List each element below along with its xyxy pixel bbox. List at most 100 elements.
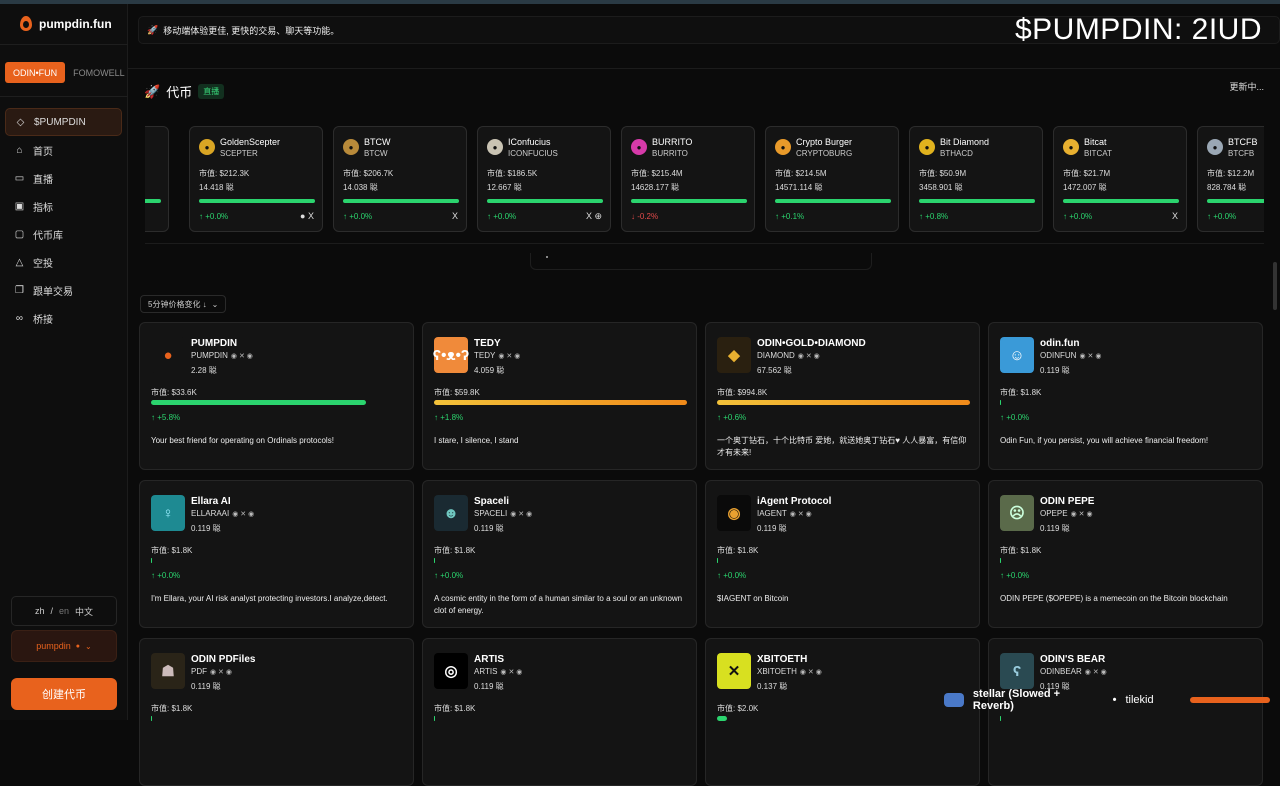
odinfun-avatar-icon: ☺ (1000, 337, 1034, 373)
social-icons[interactable]: ◉ ✕ ◉ (798, 353, 820, 360)
token-ticker: ELLARAAI ◉ ✕ ◉ (191, 509, 254, 518)
holders-value: 0.119 聪 (757, 524, 787, 533)
price-change: ↑ +0.0% (1000, 571, 1030, 580)
user-menu-button[interactable]: pumpdin ● ⌄ (11, 630, 117, 662)
social-icons[interactable]: ◉ ✕ ◉ (231, 353, 253, 360)
token-card[interactable]: ✕ XBITOETH XBITOETH ◉ ✕ ◉ 0.137 聪 市值: $2.… (705, 638, 980, 786)
price-change: ↑ +0.0% (1000, 413, 1030, 422)
ticker-card[interactable]: ● BTCW BTCW 市值: $206.7K 14.038 聪 ↑ +0.0%… (333, 126, 467, 232)
ticker-card[interactable]: ● Bit Diamond BTHACD 市值: $50.9M 3458.901… (909, 126, 1043, 232)
token-name: Crypto Burger (796, 137, 853, 147)
price-change: ↑ +0.8% (919, 212, 949, 221)
social-icons[interactable]: ◉ ✕ ◉ (790, 511, 812, 518)
sort-dropdown[interactable]: 5分钟价格变化 ↓ ⌄ (140, 295, 227, 313)
sidebar-item-vault[interactable]: ▢ 代币库 (5, 220, 122, 248)
page-scrollbar[interactable] (1273, 262, 1277, 310)
ticker-progress-bar (487, 199, 603, 203)
holders-value: 14.418 聪 (199, 183, 234, 192)
token-ticker: XBITOETH ◉ ✕ ◉ (757, 667, 822, 676)
social-links[interactable]: X ⊕ (586, 211, 602, 222)
sidebar-item-home[interactable]: ⌂ 首页 (5, 136, 122, 164)
sidebar-item-live[interactable]: ▭ 直播 (5, 164, 122, 192)
coins-title-text: 代币 (166, 85, 193, 100)
ticker-card[interactable]: ● BURRITO BURRITO 市值: $215.4M 14628.177 … (621, 126, 755, 232)
warning-icon: △ (15, 256, 24, 268)
token-card[interactable]: ◆ ODIN•GOLD•DIAMOND DIAMOND ◉ ✕ ◉ 67.562 … (705, 322, 980, 470)
social-icons[interactable]: ◉ ✕ ◉ (498, 353, 520, 360)
token-description: A cosmic entity in the form of a human s… (434, 594, 683, 615)
social-icons[interactable]: ◉ ✕ ◉ (1085, 669, 1107, 676)
sidebar-item-airdrop[interactable]: △ 空投 (5, 248, 122, 276)
token-ticker: ARTIS ◉ ✕ ◉ (474, 667, 522, 676)
token-card[interactable]: ◉ iAgent Protocol IAGENT ◉ ✕ ◉ 0.119 聪 市值… (705, 480, 980, 628)
social-icons[interactable]: ◉ ✕ ◉ (800, 669, 822, 676)
sidebar-item-pumpdin[interactable]: ◇ $PUMPDIN (5, 108, 122, 136)
market-cap: 市值: $1.8K (1000, 546, 1042, 555)
ticker-text: SPACELI (474, 509, 508, 518)
social-icons[interactable]: ◉ ✕ ◉ (510, 511, 532, 518)
token-card[interactable]: ☹ ODIN PEPE OPEPE ◉ ✕ ◉ 0.119 聪 市值: $1.8K… (988, 480, 1263, 628)
tab-fomowell[interactable]: FOMOWELL (65, 62, 133, 83)
social-icons[interactable]: ◉ ✕ ◉ (1071, 511, 1093, 518)
sidebar-item-copy-trade[interactable]: ❐ 跟单交易 (5, 276, 122, 304)
language-switcher[interactable]: zh / en 中文 (11, 596, 117, 626)
app-logo[interactable]: pumpdin.fun (20, 16, 112, 31)
bear-avatar-2-icon: ʕ (1000, 653, 1034, 689)
ticker-progress-bar (1063, 199, 1179, 203)
token-card[interactable]: ♀ Ellara AI ELLARAAI ◉ ✕ ◉ 0.119 聪 市值: $1… (139, 480, 414, 628)
token-name: BTCW (364, 137, 391, 147)
ticker-card[interactable] (145, 126, 169, 232)
holders-value: 4.059 聪 (474, 366, 505, 375)
bonding-progress-bar (1000, 558, 1001, 563)
video-icon: ▭ (14, 172, 25, 184)
track-separator: • (1112, 694, 1117, 706)
sidebar-item-bridge[interactable]: ∞ 桥接 (5, 304, 122, 332)
social-icons[interactable]: ◉ ✕ ◉ (1079, 353, 1101, 360)
album-art-icon (944, 693, 964, 707)
token-description: Odin Fun, if you persist, you will achie… (1000, 436, 1209, 445)
social-icons[interactable]: ◉ ✕ ◉ (232, 511, 254, 518)
token-icon: ● (631, 139, 647, 155)
market-cap: 市值: $2.0K (717, 704, 759, 713)
sidebar-item-metrics[interactable]: ▣ 指标 (5, 192, 122, 220)
token-card[interactable]: ʕ•ᴥ•ʔ TEDY TEDY ◉ ✕ ◉ 4.059 聪 市值: $59.8K … (422, 322, 697, 470)
ticker-card[interactable]: ● BTCFB BTCFB 市值: $12.2M 828.784 聪 ↑ +0.… (1197, 126, 1264, 232)
price-change: ↑ +0.0% (487, 212, 517, 221)
ticker-card[interactable]: ● GoldenScepter SCEPTER 市值: $212.3K 14.4… (189, 126, 323, 232)
token-card[interactable]: ● PUMPDIN PUMPDIN ◉ ✕ ◉ 2.28 聪 市值: $33.6K… (139, 322, 414, 470)
social-icons[interactable]: ◉ ✕ ◉ (500, 669, 522, 676)
social-links[interactable]: X (452, 211, 458, 221)
lang-en[interactable]: en (59, 606, 69, 616)
social-icons[interactable]: ◉ ✕ ◉ (210, 669, 232, 676)
iagent-avatar-icon: ◉ (717, 495, 751, 531)
music-player[interactable]: stellar (Slowed + Reverb) • tilekid (944, 686, 1270, 714)
ticker-scrollbar[interactable] (530, 253, 872, 270)
playback-progress[interactable] (1190, 697, 1270, 703)
token-icon: ● (343, 139, 359, 155)
price-change: ↑ +0.0% (1063, 212, 1093, 221)
ticker-card[interactable]: ● IConfucius ICONFUCIUS 市值: $186.5K 12.6… (477, 126, 611, 232)
bonding-progress-bar (151, 400, 367, 405)
token-card[interactable]: ☗ ODIN PDFiles PDF ◉ ✕ ◉ 0.119 聪 市值: $1.8… (139, 638, 414, 786)
social-links[interactable]: ● X (300, 211, 314, 221)
token-description: Your best friend for operating on Ordina… (151, 436, 334, 445)
social-links[interactable]: X (1172, 211, 1178, 221)
coin-ticker[interactable]: ● GoldenScepter SCEPTER 市值: $212.3K 14.4… (145, 116, 1264, 244)
ticker-card[interactable]: ● Bitcat BITCAT 市值: $21.7M 1472.007 聪 ↑ … (1053, 126, 1187, 232)
lang-zh[interactable]: zh (35, 606, 45, 616)
pumpdin-logo-icon: ● (151, 337, 185, 373)
ticker-card[interactable]: ● Crypto Burger CRYPTOBURG 市值: $214.5M 1… (765, 126, 899, 232)
token-card[interactable]: ☺ odin.fun ODINFUN ◉ ✕ ◉ 0.119 聪 市值: $1.8… (988, 322, 1263, 470)
token-name: iAgent Protocol (757, 496, 832, 507)
ticker-progress-bar (1207, 199, 1264, 203)
market-cap: 市值: $994.8K (717, 388, 768, 397)
create-token-button[interactable]: 创建代币 (11, 678, 117, 710)
token-description: 一个奥丁钻石，十个比特币 爱她，就送她奥丁钻石♥ 人人暴富，有信仰才有未来! (717, 436, 967, 457)
token-ticker: ODINFUN ◉ ✕ ◉ (1040, 351, 1101, 360)
token-card[interactable]: ☻ Spaceli SPACELI ◉ ✕ ◉ 0.119 聪 市值: $1.8K… (422, 480, 697, 628)
token-card[interactable]: ◎ ARTIS ARTIS ◉ ✕ ◉ 0.119 聪 市值: $1.8K (422, 638, 697, 786)
bonding-progress-bar (1000, 400, 1001, 405)
token-name: TEDY (474, 338, 501, 349)
holders-value: 14571.114 聪 (775, 183, 823, 192)
tab-odin-fun[interactable]: ODIN•FUN (5, 62, 66, 83)
